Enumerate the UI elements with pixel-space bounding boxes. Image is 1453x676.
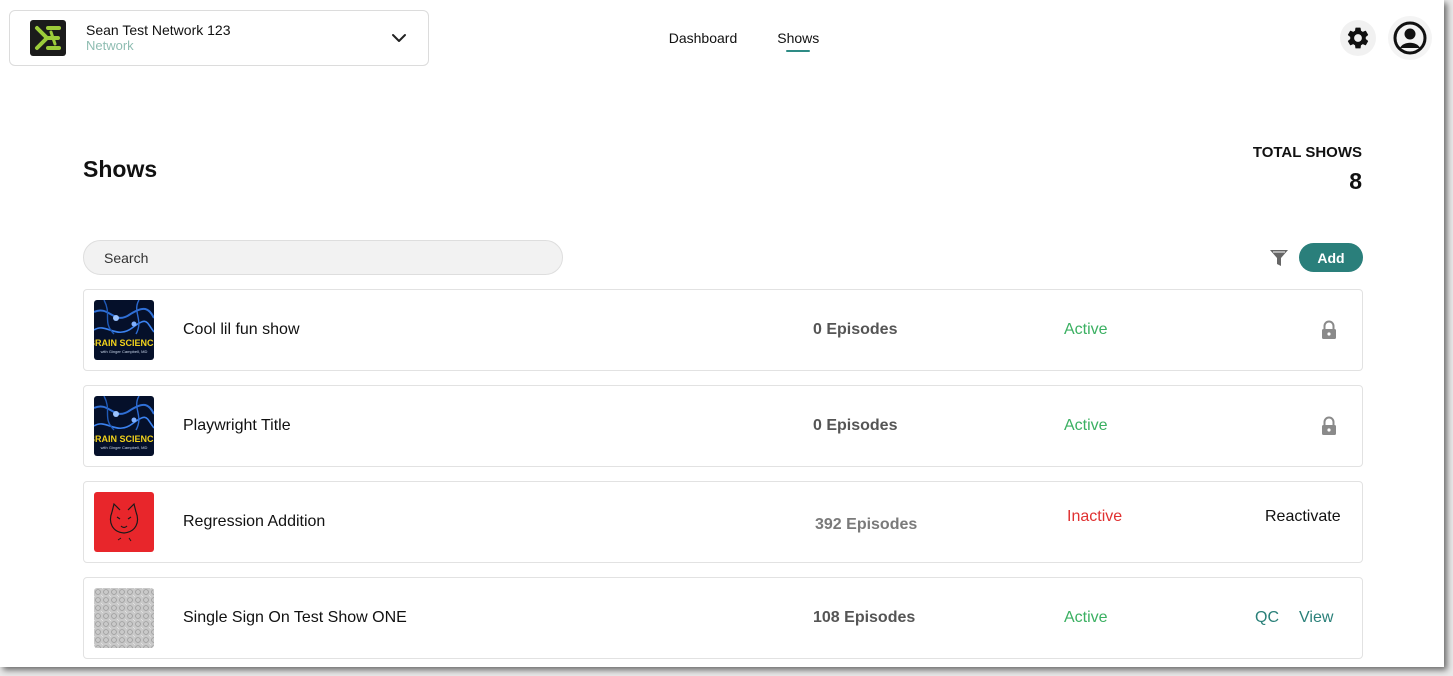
user-avatar-button[interactable] <box>1388 16 1432 60</box>
add-button[interactable]: Add <box>1299 243 1363 272</box>
nav-shows[interactable]: Shows <box>777 30 819 52</box>
search-input[interactable] <box>83 240 563 275</box>
status-badge: Active <box>1064 609 1108 626</box>
show-thumbnail <box>94 588 154 648</box>
episode-count: 392 Episodes <box>815 516 918 533</box>
thumb-subtitle: with Ginger Campbell, MD <box>101 349 148 354</box>
filter-button[interactable] <box>1268 247 1290 269</box>
lock-icon <box>1322 320 1336 339</box>
show-thumbnail: BRAIN SCIENCE with Ginger Campbell, MD <box>94 300 154 360</box>
status-badge: Active <box>1064 417 1108 434</box>
total-shows-value: 8 <box>1349 168 1362 194</box>
episode-count: 0 Episodes <box>813 417 898 434</box>
show-thumbnail: BRAIN SCIENCE with Ginger Campbell, MD <box>94 396 154 456</box>
episode-count: 0 Episodes <box>813 321 898 338</box>
show-row[interactable]: Single Sign On Test Show ONE 108 Episode… <box>83 577 1363 659</box>
shows-list: BRAIN SCIENCE with Ginger Campbell, MD C… <box>83 289 1363 667</box>
view-link[interactable]: View <box>1299 609 1333 627</box>
show-thumbnail <box>94 492 154 552</box>
show-name[interactable]: Cool lil fun show <box>183 321 300 339</box>
top-nav: Dashboard Shows <box>0 30 1444 52</box>
gear-icon <box>1347 27 1369 49</box>
app-window: Sean Test Network 123 Network Dashboard … <box>0 0 1444 667</box>
episode-count: 108 Episodes <box>813 609 916 626</box>
show-row[interactable]: BRAIN SCIENCE with Ginger Campbell, MD C… <box>83 289 1363 371</box>
status-badge: Active <box>1064 321 1108 338</box>
status-badge: Inactive <box>1067 508 1123 525</box>
show-name[interactable]: Playwright Title <box>183 417 291 435</box>
filter-icon <box>1270 250 1288 266</box>
total-shows-label: TOTAL SHOWS <box>1252 144 1362 161</box>
thumb-title: BRAIN SCIENCE <box>94 434 154 444</box>
user-avatar-icon <box>1393 21 1427 55</box>
show-name[interactable]: Single Sign On Test Show ONE <box>183 609 407 627</box>
thumb-subtitle: with Ginger Campbell, MD <box>101 445 148 450</box>
settings-button[interactable] <box>1340 20 1376 56</box>
lock-icon <box>1322 416 1336 435</box>
show-row[interactable]: Regression Addition 392 Episodes Inactiv… <box>83 481 1363 563</box>
show-name[interactable]: Regression Addition <box>183 513 325 531</box>
page-title: Shows <box>83 156 158 182</box>
show-row[interactable]: BRAIN SCIENCE with Ginger Campbell, MD P… <box>83 385 1363 467</box>
reactivate-button[interactable]: Reactivate <box>1265 508 1341 526</box>
qc-link[interactable]: QC <box>1255 609 1279 627</box>
thumb-title: BRAIN SCIENCE <box>94 338 154 348</box>
nav-dashboard[interactable]: Dashboard <box>669 30 738 52</box>
